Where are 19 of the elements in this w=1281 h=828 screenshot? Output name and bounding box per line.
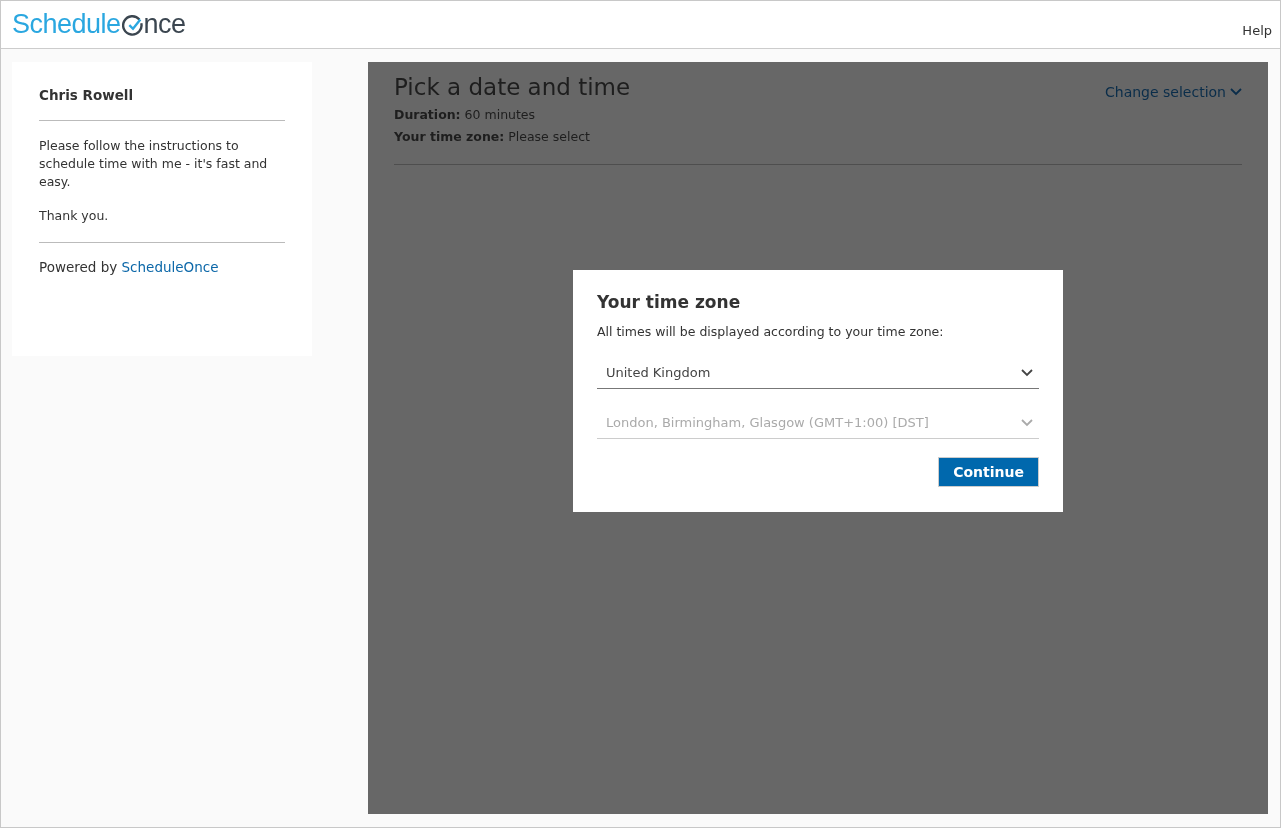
welcome-message: Please follow the instructions to schedule time with me - it's fast and easy. (39, 137, 269, 191)
continue-button[interactable]: Continue (938, 457, 1039, 487)
detail-line: Duration: 60 minutes (394, 106, 537, 124)
logo-text: nce (143, 9, 186, 40)
logo-text: Schedule (12, 9, 121, 40)
powered-by-text: Powered by (39, 259, 118, 275)
host-name: Chris Rowell (39, 87, 135, 103)
chevron-down-icon (1230, 88, 1242, 96)
chevron-down-icon (1021, 368, 1033, 377)
chevron-down-icon (1021, 418, 1033, 427)
dialog-title: Your time zone (597, 292, 742, 312)
detail-line: Your time zone: Please select (394, 128, 591, 146)
thanks-text: Thank you. (39, 207, 110, 225)
dropdown-field[interactable]: United Kingdom (597, 353, 1039, 389)
page-title: Pick a date and time (394, 74, 631, 100)
powered-by-link[interactable]: ScheduleOnce (121, 259, 219, 275)
check-circle-icon (121, 13, 144, 38)
help-link[interactable]: Help (1242, 23, 1272, 38)
dialog-description: All times will be displayed according to your time zone: (597, 324, 945, 339)
